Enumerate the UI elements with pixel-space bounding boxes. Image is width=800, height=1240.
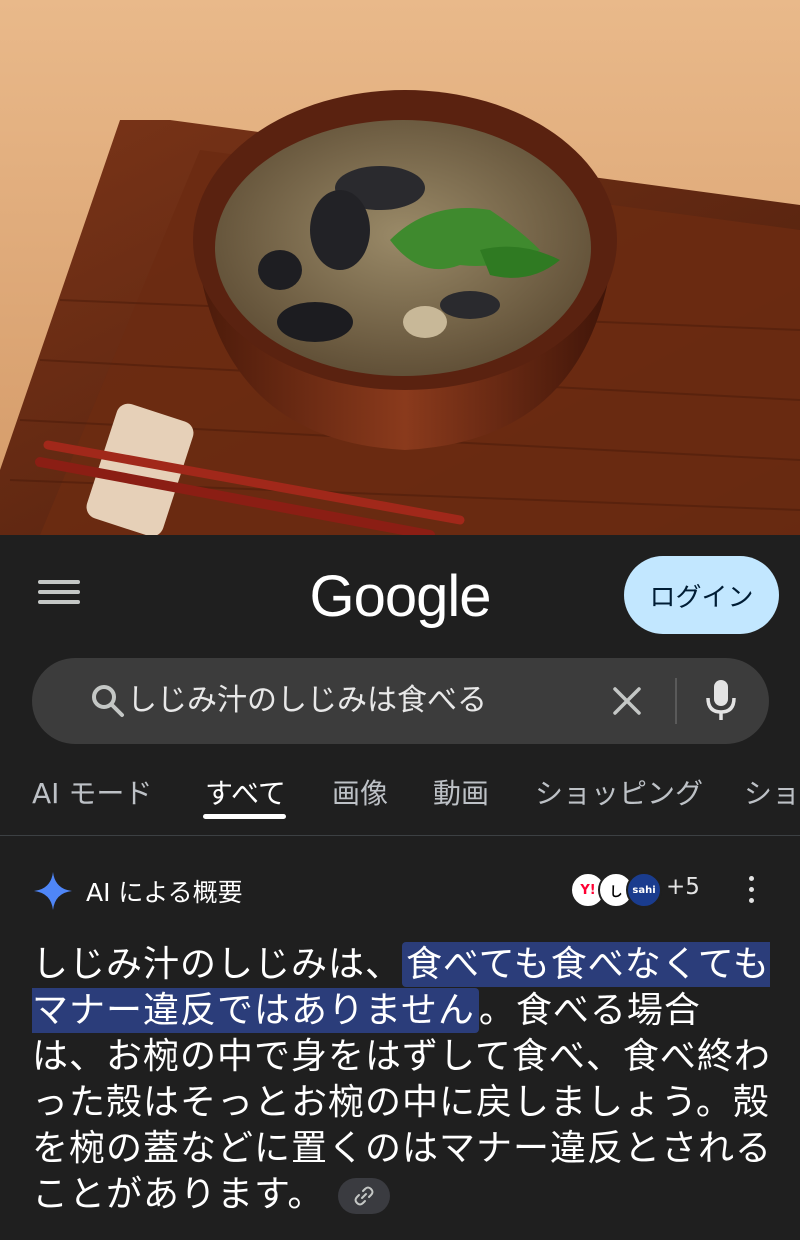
clear-icon[interactable] [610, 684, 644, 718]
source-asahi-icon[interactable]: sahi [626, 872, 662, 908]
miso-soup-photo [0, 0, 800, 535]
hero-image [0, 0, 800, 535]
ai-overview-title: AI による概要 [86, 878, 243, 907]
tab-videos[interactable]: 動画 [433, 772, 489, 812]
more-options-icon[interactable] [745, 876, 757, 908]
tab-images[interactable]: 画像 [332, 772, 388, 812]
microphone-icon[interactable] [704, 678, 738, 724]
ai-sparkle-icon [34, 872, 72, 910]
search-tabs: AI モード すべて 画像 動画 ショッピング ショ [0, 760, 800, 836]
search-input[interactable]: しじみ汁のしじみは食べる [127, 658, 487, 744]
search-divider [675, 678, 677, 724]
active-tab-indicator [203, 814, 286, 819]
ai-overview-header: AI による概要 Y! し sahi +5 [0, 860, 800, 920]
tab-more[interactable]: ショ [744, 772, 800, 812]
login-button[interactable]: ログイン [624, 556, 779, 634]
search-bar[interactable]: しじみ汁のしじみは食べる [32, 658, 769, 744]
ai-text-before: しじみ汁のしじみは、 [32, 944, 403, 985]
search-icon [92, 685, 124, 717]
top-bar: Google ログイン [0, 535, 800, 655]
tab-shopping[interactable]: ショッピング [535, 772, 703, 812]
tab-ai-mode[interactable]: AI モード [32, 772, 152, 812]
link-icon[interactable] [338, 1178, 391, 1214]
sources-more-count[interactable]: +5 [666, 874, 700, 900]
tab-all[interactable]: すべて [205, 772, 286, 812]
ai-overview-text: しじみ汁のしじみは、 食べても食べなくてもマナー違反ではありません 。食べる場合は、… [32, 942, 772, 1218]
